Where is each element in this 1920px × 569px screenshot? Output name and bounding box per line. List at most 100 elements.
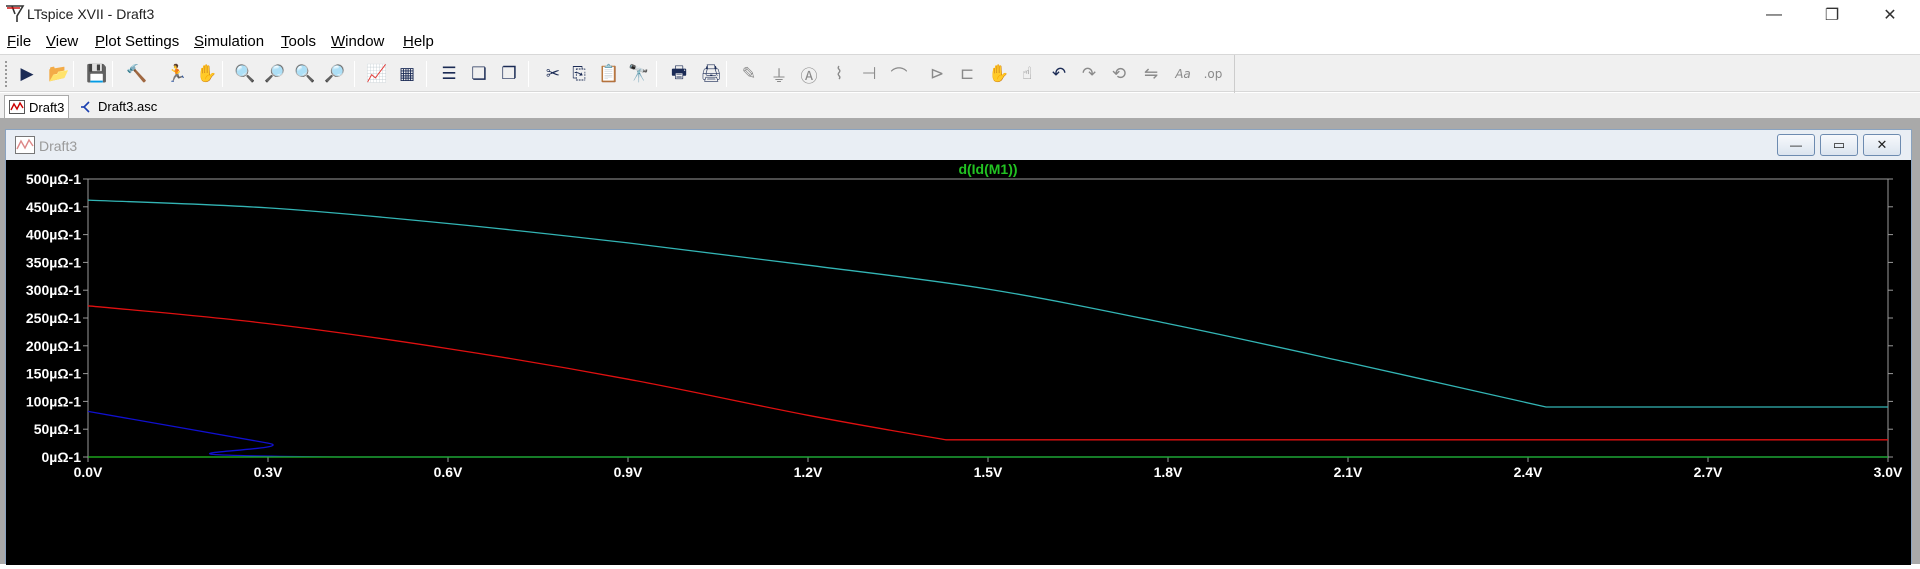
drag-icon: ☝: [1021, 64, 1033, 84]
menu-help[interactable]: Help: [403, 33, 434, 50]
pan-button[interactable]: ✋: [194, 62, 220, 86]
halt-icon: 🏃: [166, 64, 188, 84]
plot-background: [6, 160, 1911, 565]
run-icon: ▶: [20, 64, 34, 84]
menu-simulation[interactable]: Simulation: [194, 33, 264, 50]
ground-icon: ⏚: [770, 66, 788, 87]
autorange-button[interactable]: 📈: [364, 62, 390, 86]
y-tick-label: 250µΩ-1: [26, 310, 81, 326]
plot-window: Draft3 — ▭ ✕ d(Id(M1)) 0µΩ-1 50µΩ-1 100µΩ-1…: [5, 129, 1912, 565]
toolbar-separator: [656, 61, 657, 87]
x-tick-label: 0.3V: [254, 464, 283, 480]
cut-button[interactable]: ✂: [540, 62, 566, 86]
menu-view[interactable]: View: [46, 33, 78, 50]
move-icon: ✋: [988, 64, 1010, 84]
plot-minimize-button[interactable]: —: [1777, 134, 1815, 156]
label-button[interactable]: Ⓐ: [796, 62, 822, 87]
zoom-in-icon: 🔍: [234, 64, 256, 84]
capacitor-button[interactable]: ⊣: [856, 62, 882, 86]
toolbar-separator: [726, 61, 727, 87]
menu-file[interactable]: File: [7, 33, 31, 50]
print-setup-icon: 🖨: [700, 64, 722, 84]
restore-button[interactable]: ❐: [1804, 0, 1860, 30]
zoom-out-icon: 🔍: [294, 64, 316, 84]
run-button[interactable]: ▶: [14, 62, 40, 86]
waveform-chart[interactable]: d(Id(M1)) 0µΩ-1 50µΩ-1 100µΩ-1 150µΩ-1 200µΩ-…: [6, 160, 1911, 565]
open-button[interactable]: 📂: [46, 62, 72, 86]
tab-draft3-asc[interactable]: Draft3.asc: [76, 95, 161, 118]
toolbar-separator: [222, 61, 223, 87]
minimize-button[interactable]: —: [1746, 0, 1802, 30]
menu-window[interactable]: Window: [331, 33, 384, 50]
toolbar-separator: [354, 61, 355, 87]
redo-button[interactable]: ↷: [1076, 62, 1102, 86]
zoom-fit-button[interactable]: 🔎: [322, 62, 348, 86]
text-icon: Aa: [1175, 67, 1191, 81]
tile-vertical-button[interactable]: ❐: [496, 62, 522, 86]
label-icon: Ⓐ: [800, 66, 818, 87]
toolbar-grip[interactable]: [5, 61, 9, 87]
x-tick-label: 1.2V: [794, 464, 823, 480]
mdi-workspace: Draft3 — ▭ ✕ d(Id(M1)) 0µΩ-1 50µΩ-1 100µΩ-1…: [0, 119, 1920, 565]
drag-button[interactable]: ☝: [1014, 62, 1040, 86]
plot-window-titlebar[interactable]: Draft3 — ▭ ✕: [6, 130, 1911, 160]
tile-horizontal-icon: ☰: [441, 64, 457, 84]
print-button[interactable]: 🖶: [666, 62, 692, 86]
save-button[interactable]: 💾: [84, 62, 110, 86]
paste-button[interactable]: 📋: [596, 62, 622, 86]
schematic-icon: [81, 100, 90, 113]
y-tick-label: 50µΩ-1: [34, 421, 82, 437]
tab-label: Draft3: [29, 99, 65, 115]
pan-icon: ✋: [196, 64, 218, 84]
zoom-area-button[interactable]: 🔎: [262, 62, 288, 86]
redo-icon: ↷: [1081, 64, 1097, 84]
zoom-out-button[interactable]: 🔍: [292, 62, 318, 86]
find-button[interactable]: 🔭: [626, 62, 652, 86]
control-panel-button[interactable]: 🔨: [124, 62, 150, 86]
y-tick-label: 450µΩ-1: [26, 199, 81, 215]
component-button[interactable]: ⊏: [954, 62, 980, 86]
trace-title: d(Id(M1)): [958, 161, 1017, 177]
move-button[interactable]: ✋: [986, 62, 1012, 86]
close-button[interactable]: ✕: [1862, 0, 1918, 30]
tab-draft3-plot[interactable]: Draft3: [4, 95, 70, 118]
window-title: LTspice XVII - Draft3: [27, 6, 155, 22]
resistor-button[interactable]: ⌇: [826, 62, 852, 86]
print-setup-button[interactable]: 🖨: [698, 62, 724, 86]
wire-button[interactable]: ✎: [736, 62, 762, 86]
plot-area[interactable]: d(Id(M1)) 0µΩ-1 50µΩ-1 100µΩ-1 150µΩ-1 200µΩ-…: [6, 160, 1911, 565]
rotate-icon: ⟲: [1111, 64, 1127, 84]
menu-tools[interactable]: Tools: [281, 33, 316, 50]
copy-button[interactable]: ⎘: [566, 62, 592, 86]
rotate-button[interactable]: ⟲: [1106, 62, 1132, 86]
restore-icon: ❐: [1824, 7, 1840, 24]
x-tick-label: 1.8V: [1154, 464, 1183, 480]
close-icon: ✕: [1876, 137, 1888, 152]
ground-button[interactable]: ⏚: [766, 62, 792, 87]
cascade-button[interactable]: ❏: [466, 62, 492, 86]
undo-button[interactable]: ↶: [1046, 62, 1072, 86]
y-tick-label: 100µΩ-1: [26, 393, 81, 409]
plot-close-button[interactable]: ✕: [1863, 134, 1901, 156]
halt-button[interactable]: 🏃: [164, 62, 190, 86]
zoom-in-button[interactable]: 🔍: [232, 62, 258, 86]
grid-button[interactable]: ▦: [394, 62, 420, 86]
inductor-button[interactable]: ⌒: [886, 62, 912, 87]
y-tick-label: 0µΩ-1: [41, 449, 81, 465]
y-tick-label: 300µΩ-1: [26, 282, 81, 298]
mirror-button[interactable]: ⇋: [1138, 62, 1164, 86]
tab-label: Draft3.asc: [98, 99, 158, 114]
autorange-icon: 📈: [366, 64, 388, 84]
restore-icon: ▭: [1832, 137, 1846, 152]
close-icon: ✕: [1883, 7, 1897, 24]
menu-plot-settings[interactable]: Plot Settings: [95, 33, 179, 50]
tile-horizontal-button[interactable]: ☰: [436, 62, 462, 86]
spice-directive-button[interactable]: .op: [1200, 62, 1226, 86]
x-tick-label: 2.1V: [1334, 464, 1363, 480]
find-icon: 🔭: [628, 64, 650, 84]
diode-icon: ⊳: [929, 64, 945, 84]
waveform-icon: [9, 100, 25, 114]
text-button[interactable]: Aa: [1170, 62, 1196, 86]
plot-restore-button[interactable]: ▭: [1820, 134, 1858, 156]
diode-button[interactable]: ⊳: [924, 62, 950, 86]
